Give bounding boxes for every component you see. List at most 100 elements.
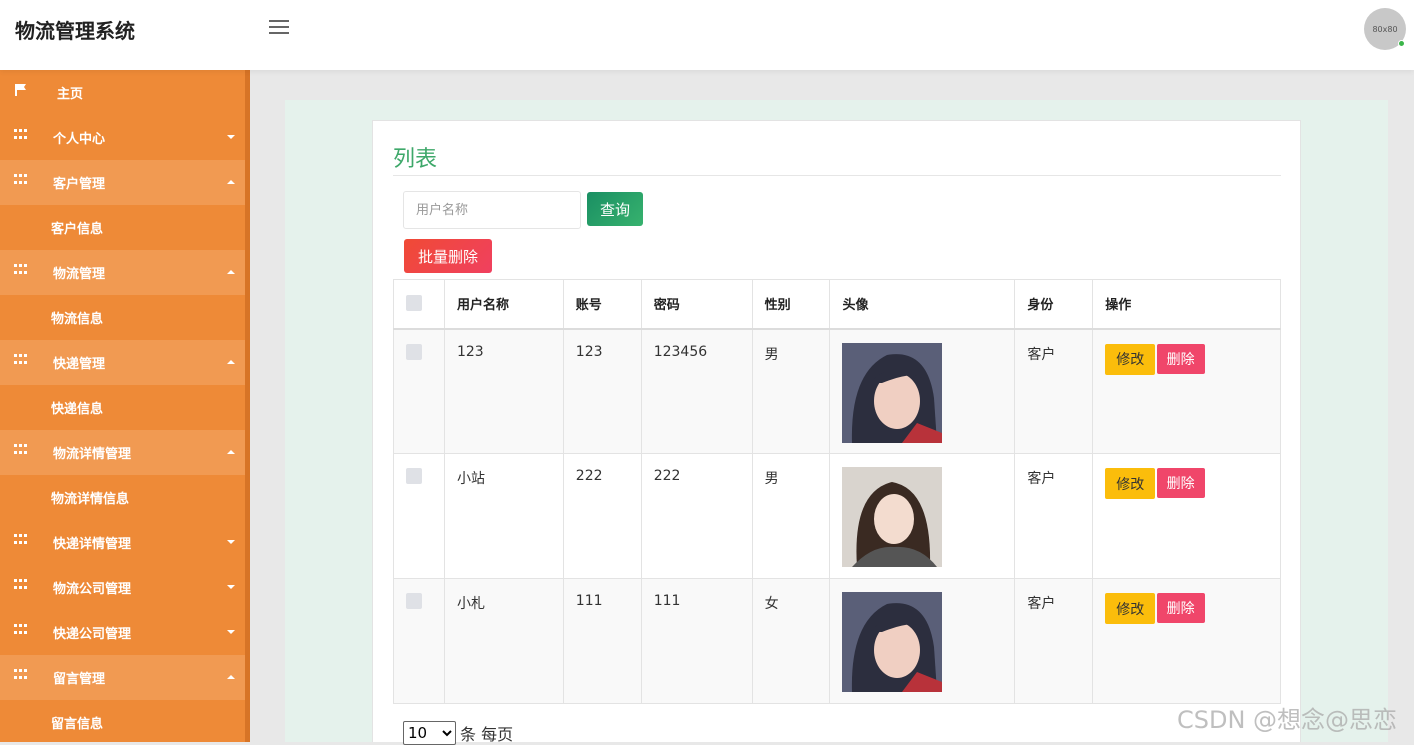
cell-identity: 客户 <box>1014 578 1094 704</box>
cell-gender: 男 <box>751 453 831 579</box>
sidebar-item-logistics-company-management[interactable]: 物流公司管理 <box>0 565 250 610</box>
sidebar-item-message-management[interactable]: 留言管理 <box>0 655 250 700</box>
chevron-up-icon <box>227 450 235 454</box>
chevron-down-icon <box>227 540 235 544</box>
sidebar-item-express-management[interactable]: 快递管理 <box>0 340 250 385</box>
cell-password: 111 <box>640 578 753 704</box>
delete-button[interactable]: 删除 <box>1156 468 1205 498</box>
cell-password: 123456 <box>640 328 753 454</box>
chevron-down-icon <box>227 135 235 139</box>
cell-actions: 修改 删除 <box>1092 328 1281 454</box>
delete-button[interactable]: 删除 <box>1156 593 1205 623</box>
avatar-placeholder-text: 80x80 <box>1372 24 1398 34</box>
row-checkbox[interactable] <box>406 593 422 609</box>
column-header-username: 用户名称 <box>443 279 564 330</box>
sidebar-subitem-logistics-info[interactable]: 物流信息 <box>0 295 250 340</box>
page-title: 列表 <box>393 147 438 172</box>
edit-button[interactable]: 修改 <box>1105 468 1156 499</box>
grid-icon <box>14 354 28 366</box>
chevron-down-icon <box>227 585 235 589</box>
grid-icon <box>14 534 28 546</box>
avatar[interactable]: 80x80 <box>1364 8 1406 50</box>
sidebar-item-label: 主页 <box>57 87 84 102</box>
delete-button[interactable]: 删除 <box>1156 343 1205 374</box>
sidebar-item-label: 客户管理 <box>53 177 106 192</box>
table-row: 小札 111 111 女 客户 修改 删除 <box>393 578 1281 704</box>
sidebar-item-label: 快递公司管理 <box>53 627 132 642</box>
sidebar-item-label: 物流管理 <box>53 267 106 282</box>
page-size-select[interactable]: 10 <box>403 721 456 745</box>
user-table: 用户名称 账号 密码 性别 头像 身份 操作 123 123 123456 男 <box>393 279 1281 704</box>
column-header-password: 密码 <box>640 279 753 330</box>
edit-button[interactable]: 修改 <box>1105 343 1156 375</box>
grid-icon <box>14 669 28 681</box>
user-photo <box>842 467 943 567</box>
select-all-cell <box>393 279 445 330</box>
chevron-up-icon <box>227 360 235 364</box>
sidebar-item-customer-management[interactable]: 客户管理 <box>0 160 250 205</box>
grid-icon <box>14 129 28 141</box>
column-header-identity: 身份 <box>1014 279 1094 330</box>
column-header-gender: 性别 <box>751 279 831 330</box>
sidebar-subitem-express-info[interactable]: 快递信息 <box>0 385 250 430</box>
cell-avatar <box>829 328 1016 454</box>
username-search-input[interactable] <box>403 191 581 229</box>
grid-icon <box>14 579 28 591</box>
list-card: 列表 查询 批量删除 用户名称 账号 密码 性别 头像 身份 操作 <box>372 120 1301 745</box>
row-select-cell <box>393 328 445 454</box>
sidebar-item-personal-center[interactable]: 个人中心 <box>0 115 250 160</box>
main-content: 列表 查询 批量删除 用户名称 账号 密码 性别 头像 身份 操作 <box>285 100 1388 745</box>
cell-gender: 男 <box>751 328 831 454</box>
select-all-checkbox[interactable] <box>406 294 422 311</box>
online-status-dot <box>1398 40 1405 47</box>
sidebar-item-express-company-management[interactable]: 快递公司管理 <box>0 610 250 655</box>
row-select-cell <box>393 578 445 704</box>
hamburger-menu-icon[interactable] <box>269 20 289 36</box>
sidebar-subitem-message-info[interactable]: 留言信息 <box>0 700 250 742</box>
sidebar-scrollbar[interactable] <box>245 70 250 742</box>
sidebar-item-label: 留言管理 <box>53 672 106 687</box>
chevron-up-icon <box>227 675 235 679</box>
cell-username: 123 <box>443 328 564 454</box>
flag-icon <box>15 84 26 96</box>
row-checkbox[interactable] <box>406 343 422 360</box>
sidebar-item-label: 快递管理 <box>53 357 106 372</box>
cell-username: 小札 <box>443 578 564 704</box>
row-select-cell <box>393 453 445 579</box>
sidebar-item-label: 快递详情管理 <box>53 537 132 552</box>
sidebar-subitem-customer-info[interactable]: 客户信息 <box>0 205 250 250</box>
sidebar-item-logistics-detail-management[interactable]: 物流详情管理 <box>0 430 250 475</box>
batch-delete-button[interactable]: 批量删除 <box>404 239 492 273</box>
cell-avatar <box>829 578 1016 704</box>
pagination: 10 条 每页 <box>403 721 513 745</box>
edit-button[interactable]: 修改 <box>1105 593 1156 624</box>
sidebar-item-label: 物流详情管理 <box>53 447 132 462</box>
column-header-account: 账号 <box>562 279 642 330</box>
sidebar-item-express-detail-management[interactable]: 快递详情管理 <box>0 520 250 565</box>
per-page-label: 条 每页 <box>460 725 514 744</box>
grid-icon <box>14 174 28 186</box>
grid-icon <box>14 444 28 456</box>
sidebar-item-logistics-management[interactable]: 物流管理 <box>0 250 250 295</box>
table-header-row: 用户名称 账号 密码 性别 头像 身份 操作 <box>393 279 1281 330</box>
cell-account: 111 <box>562 578 642 704</box>
sidebar-item-label: 物流公司管理 <box>53 582 132 597</box>
cell-password: 222 <box>640 453 753 579</box>
cell-account: 123 <box>562 328 642 454</box>
table-row: 123 123 123456 男 客户 修改 删除 <box>393 328 1281 454</box>
grid-icon <box>14 264 28 276</box>
sidebar-subitem-logistics-detail-info[interactable]: 物流详情信息 <box>0 475 250 520</box>
cell-actions: 修改 删除 <box>1092 578 1281 704</box>
sidebar-item-home[interactable]: 主页 <box>0 70 250 115</box>
chevron-up-icon <box>227 270 235 274</box>
sidebar-item-label: 个人中心 <box>53 132 106 147</box>
row-checkbox[interactable] <box>406 468 422 484</box>
chevron-down-icon <box>227 630 235 634</box>
grid-icon <box>14 624 28 636</box>
column-header-avatar: 头像 <box>829 279 1016 330</box>
table-row: 小站 222 222 男 客户 修改 删除 <box>393 453 1281 579</box>
search-button[interactable]: 查询 <box>587 192 643 226</box>
app-title: 物流管理系统 <box>15 19 135 43</box>
cell-actions: 修改 删除 <box>1092 453 1281 579</box>
user-photo <box>842 592 943 692</box>
